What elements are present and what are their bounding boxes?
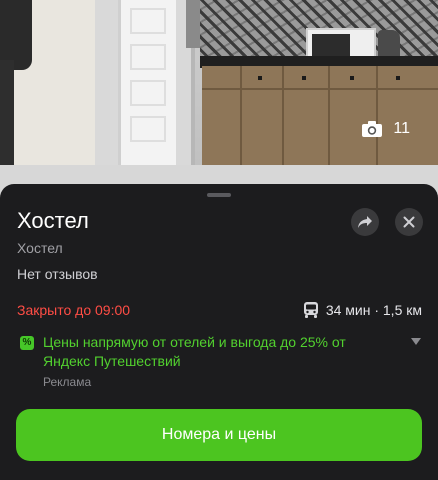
share-arrow-icon xyxy=(358,216,372,228)
photo-handle xyxy=(396,76,400,80)
close-button[interactable] xyxy=(395,208,423,236)
photo-cabinet-divider xyxy=(328,66,330,166)
opening-status[interactable]: Закрыто до 09:00 xyxy=(17,302,130,318)
place-card-sheet: Хостел Хостел Нет отзывов Закрыто до 09:… xyxy=(0,184,438,480)
photo-handle xyxy=(350,76,354,80)
photo-door-panel xyxy=(130,44,166,70)
photo-handle xyxy=(258,76,262,80)
photo-towel xyxy=(186,0,200,48)
photo-count-label: 11 xyxy=(393,120,410,137)
promo-banner[interactable]: % Цены напрямую от отелей и выгода до 25… xyxy=(17,334,427,396)
rooms-and-prices-button[interactable]: Номера и цены xyxy=(16,409,422,461)
close-icon xyxy=(403,216,415,228)
photo-drawer-line xyxy=(202,88,438,90)
photo-handle xyxy=(302,76,306,80)
photo-cabinet-divider xyxy=(376,66,378,166)
chevron-down-icon[interactable] xyxy=(411,338,421,346)
photo-cabinet-divider xyxy=(240,66,242,166)
route-info[interactable]: 34 мин · 1,5 км xyxy=(302,301,422,319)
route-info-text: 34 мин · 1,5 км xyxy=(325,302,422,318)
photo-door-panel xyxy=(130,116,166,142)
photo-door-panel xyxy=(130,8,166,34)
photo-microwave-window xyxy=(312,34,350,58)
bus-icon xyxy=(303,302,318,318)
discount-badge-icon: % xyxy=(20,336,34,350)
photo-cabinet-divider xyxy=(282,66,284,166)
camera-icon xyxy=(362,121,383,137)
photo-door-panel xyxy=(130,80,166,106)
ad-label: Реклама xyxy=(43,375,92,389)
promo-text: Цены напрямую от отелей и выгода до 25% … xyxy=(43,334,346,369)
place-title: Хостел xyxy=(17,208,89,233)
sheet-grabber-handle[interactable] xyxy=(207,193,231,197)
photo-cabinets xyxy=(202,66,438,166)
hostel-photo[interactable]: 11 xyxy=(0,0,438,200)
reviews-link[interactable]: Нет отзывов xyxy=(17,266,98,282)
place-category: Хостел xyxy=(17,240,63,256)
photo-count-badge[interactable]: 11 xyxy=(361,120,410,138)
share-button[interactable] xyxy=(351,208,379,236)
